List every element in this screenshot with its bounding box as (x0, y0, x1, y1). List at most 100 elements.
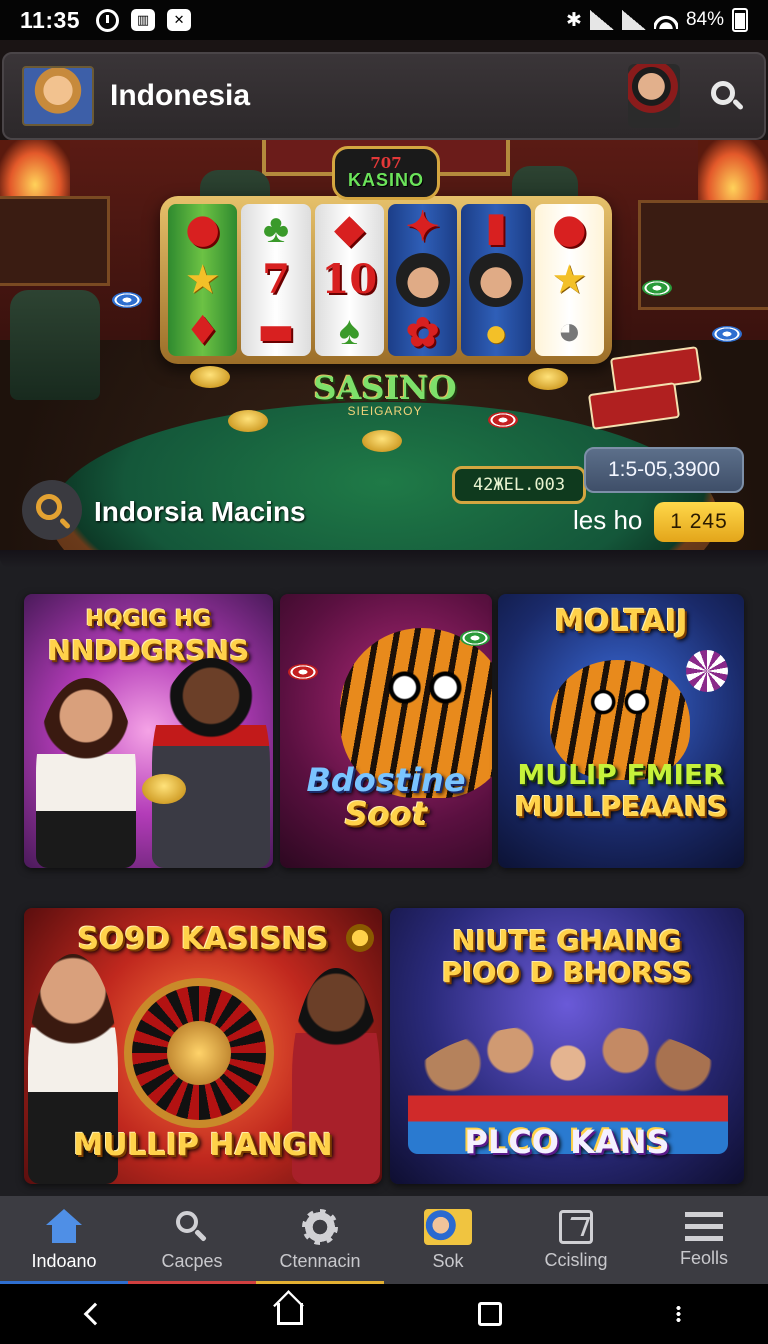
dog-icon: ◕ (557, 308, 582, 353)
bar-symbol: ▬ (257, 306, 295, 354)
app-header-bar: Indonesia (2, 52, 766, 140)
game-thumbnail-icon (424, 1208, 472, 1245)
coin (228, 410, 268, 432)
nav-item-settings[interactable]: Ctennacin (256, 1196, 384, 1284)
character-face-icon (395, 253, 450, 307)
wifi-icon (653, 11, 678, 29)
points-badge[interactable]: 1 245 (654, 502, 744, 542)
game-tile-title-2: Soot (344, 795, 428, 833)
leaf-icon: ♣ (262, 207, 290, 252)
hero-search-button[interactable] (22, 480, 82, 540)
star-icon: ★ (184, 257, 221, 302)
character-face-icon (468, 253, 523, 307)
nav-label: Feolls (679, 1247, 728, 1268)
menu-icon (685, 1211, 723, 1242)
roulette-wheel (124, 978, 274, 1128)
lantern-icon: ● (551, 205, 587, 253)
game-tile-title-2: PIOO D BHORSS (441, 956, 693, 989)
game-tile[interactable]: HQGIG HG NNDDGRSNS (24, 594, 273, 868)
kasino-badge: 707 KASINO (332, 146, 440, 200)
game-tile-title: NIUTE GHAING (452, 924, 682, 957)
back-icon[interactable] (83, 1302, 107, 1326)
nav-item-game[interactable]: Sok (384, 1196, 512, 1284)
nav-label: Cacpes (161, 1250, 223, 1271)
game-tile-title: NNDDGRSNS (47, 634, 250, 667)
coin-icon (346, 924, 374, 952)
game-tile-title: MOLTAIJ (554, 604, 688, 639)
bluetooth-icon: ✱ (566, 9, 582, 31)
app-header: Indonesia (0, 40, 768, 148)
coin-icon: ● (483, 311, 509, 355)
reel: ♣ 7 ▬ (241, 204, 311, 356)
system-navigation-bar (0, 1284, 768, 1344)
signal-icon-2 (621, 10, 646, 30)
bottom-navigation: Indoano Cacpes Ctennacin Sok Ccisling Fe… (0, 1196, 768, 1284)
reel: ◆ 10 ♠ (314, 204, 384, 356)
star-icon: ★ (551, 257, 588, 302)
status-bar: 11:35 ▥ ✕ ✱ 84% (0, 0, 768, 40)
game-tile[interactable]: SO9D KASISNS MULLIP HANGN (24, 908, 382, 1184)
kasino-badge-number: 707 (370, 153, 402, 172)
search-icon (711, 81, 735, 105)
search-button[interactable] (706, 76, 746, 116)
nav-item-home[interactable]: Indoano (0, 1196, 128, 1284)
coin (362, 430, 402, 452)
kasino-badge-text: KASINO (347, 169, 424, 190)
character-man (152, 658, 270, 868)
search-icon (172, 1209, 212, 1245)
nav-label: Ctennacin (279, 1250, 361, 1271)
game-tile-subtitle-2: MULLPEAANS (514, 790, 728, 823)
battery-icon (732, 8, 748, 32)
game-tile-title: Bdostine (306, 761, 466, 799)
reel: ● ★ ♦ (168, 204, 238, 356)
leaf-icon: ♠ (338, 308, 360, 353)
poker-chip (112, 292, 142, 308)
status-time: 11:35 (20, 6, 81, 33)
game-tile[interactable]: NIUTE GHAING PIOO D BHORSS PLCO KANS (390, 908, 744, 1184)
poker-chip (712, 326, 742, 342)
hero-divider (0, 550, 768, 568)
hero-caption: Indorsia Macins (94, 496, 306, 527)
user-avatar[interactable] (628, 64, 680, 128)
table-logo: SASINO SIEIGAROY (300, 372, 470, 418)
app-logo[interactable] (22, 66, 94, 126)
game-tile-subtitle: MULLIP HANGN (73, 1128, 333, 1163)
poker-chip (488, 412, 518, 428)
points-label: les ho (573, 505, 643, 535)
pizza-icon: ◆ (333, 205, 365, 253)
firework-icon: ✦ (405, 203, 440, 250)
poker-chip (288, 664, 318, 680)
character-woman (36, 678, 136, 868)
table-logo-text: SASINO (313, 369, 457, 407)
reel: ● ★ ◕ (534, 204, 604, 356)
nav-label: Indoano (31, 1250, 97, 1271)
game-tile[interactable]: Bdostine Soot (280, 594, 492, 868)
game-tile-subtitle: PLCO KANS (464, 1123, 670, 1161)
nav-item-search[interactable]: Cacpes (128, 1196, 256, 1284)
nav-label: Ccisling (544, 1249, 608, 1270)
playing-card (587, 382, 681, 430)
cherry-icon: ● (185, 205, 221, 253)
home-button-icon[interactable] (277, 1303, 304, 1325)
ten-symbol: 10 (321, 255, 378, 303)
nav-label: Sok (432, 1250, 464, 1271)
firecracker-icon: ▮ (484, 203, 507, 250)
machine-left (0, 196, 110, 286)
game-tile[interactable]: MOLTAIJ MULIP FMIER MULLPEAANS (498, 594, 744, 868)
nav-item-menu[interactable]: Feolls (640, 1196, 768, 1284)
seven-symbol: 7 (262, 255, 290, 303)
coin (528, 368, 568, 390)
poker-chip (642, 280, 672, 296)
nav-item-stats[interactable]: Ccisling (512, 1196, 640, 1284)
more-options-icon[interactable] (675, 1305, 681, 1323)
game-tile-title: SO9D KASISNS (77, 922, 329, 957)
poker-chip (686, 650, 728, 692)
game-tile-subtitle: HQGIG HG (85, 607, 212, 632)
image-notification-icon: ✕ (167, 9, 192, 31)
coin (190, 366, 230, 388)
cherry-icon: ♦ (184, 306, 221, 354)
home-icon (44, 1208, 84, 1245)
recent-apps-icon[interactable] (477, 1302, 502, 1326)
gear-icon (302, 1208, 338, 1245)
slot-machine: ● ★ ♦ ♣ 7 ▬ ◆ 10 ♠ ✦ ✿ ▮ ● ● ★ ◕ (160, 196, 612, 364)
